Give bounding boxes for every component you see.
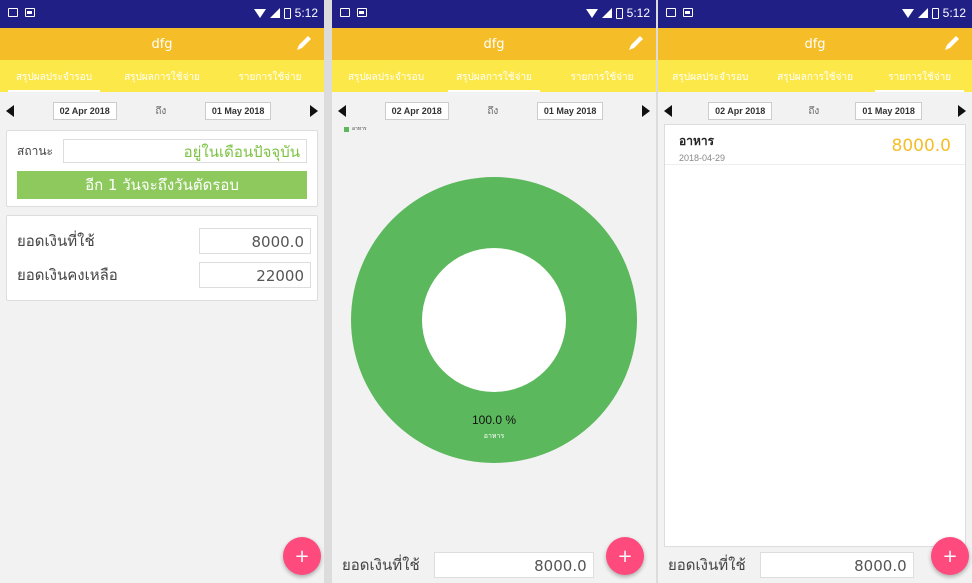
countdown-banner: อีก 1 วันจะถึงวันตัดรอบ xyxy=(17,171,307,199)
wifi-icon xyxy=(901,8,914,18)
screenshot-icon xyxy=(8,8,18,17)
add-expense-button[interactable]: + xyxy=(283,537,321,575)
next-period-icon[interactable] xyxy=(958,105,966,117)
donut-hole xyxy=(422,248,566,392)
battery-icon xyxy=(615,7,623,19)
tab-bar: สรุปผลประจำรอบ สรุปผลการใช้จ่าย รายการใช… xyxy=(332,60,656,92)
total-spent-label: ยอดเงินที่ใช้ xyxy=(342,556,420,574)
start-date[interactable]: 02 Apr 2018 xyxy=(52,102,117,120)
screenshot-icon xyxy=(340,8,350,17)
tab-spending-summary[interactable]: สรุปผลการใช้จ่าย xyxy=(440,60,548,92)
remaining-value: 22000 xyxy=(199,262,311,288)
expense-date: 2018-04-29 xyxy=(679,153,726,163)
plus-icon: + xyxy=(942,545,958,567)
expense-amount: 8000.0 xyxy=(891,136,951,156)
end-date[interactable]: 01 May 2018 xyxy=(855,102,922,120)
tab-bar: สรุปผลประจำรอบ สรุปผลการใช้จ่าย รายการใช… xyxy=(658,60,972,92)
donut-chart: 100.0 % อาหาร xyxy=(332,170,656,470)
to-label: ถึง xyxy=(155,105,167,117)
list-item[interactable]: อาหาร 2018-04-29 8000.0 xyxy=(665,125,965,165)
bottom-total-bar: ยอดเงินที่ใช้ 8000.0 xyxy=(658,547,972,583)
prev-period-icon[interactable] xyxy=(664,105,672,117)
chart-legend: อาหาร xyxy=(344,124,656,134)
total-spent-label: ยอดเงินที่ใช้ xyxy=(668,556,746,574)
prev-period-icon[interactable] xyxy=(6,105,14,117)
screen-expense-list: 5:12 dfg สรุปผลประจำรอบ สรุปผลการใช้จ่าย… xyxy=(658,0,972,583)
status-label: สถานะ xyxy=(17,143,53,158)
tab-expense-list[interactable]: รายการใช้จ่าย xyxy=(548,60,656,92)
pencil-icon[interactable] xyxy=(626,33,646,53)
tab-round-summary[interactable]: สรุปผลประจำรอบ xyxy=(658,60,763,92)
legend-swatch xyxy=(344,126,349,132)
to-label: ถึง xyxy=(808,105,820,117)
status-card: สถานะ อยู่ในเดือนปัจจุบัน อีก 1 วันจะถึง… xyxy=(6,130,318,207)
app-title: dfg xyxy=(151,36,173,52)
tab-round-summary[interactable]: สรุปผลประจำรอบ xyxy=(0,60,108,92)
status-time: 5:12 xyxy=(294,6,318,20)
remaining-label: ยอดเงินคงเหลือ xyxy=(17,266,118,284)
status-time: 5:12 xyxy=(942,6,966,20)
slice-category-label: อาหาร xyxy=(484,432,505,440)
battery-icon xyxy=(283,7,291,19)
total-spent-value: 8000.0 xyxy=(759,552,914,578)
start-date[interactable]: 02 Apr 2018 xyxy=(384,102,449,120)
tab-expense-list[interactable]: รายการใช้จ่าย xyxy=(867,60,972,92)
plus-icon: + xyxy=(617,545,633,567)
add-expense-button[interactable]: + xyxy=(606,537,644,575)
tab-round-summary[interactable]: สรุปผลประจำรอบ xyxy=(332,60,440,92)
app-bar: dfg xyxy=(658,28,972,60)
status-value: อยู่ในเดือนปัจจุบัน xyxy=(62,139,307,163)
spent-label: ยอดเงินที่ใช้ xyxy=(17,232,95,250)
total-spent-value: 8000.0 xyxy=(433,552,594,578)
expense-title: อาหาร xyxy=(679,134,715,148)
notification-icon xyxy=(357,8,367,17)
prev-period-icon[interactable] xyxy=(338,105,346,117)
screenshot-icon xyxy=(666,8,676,17)
end-date[interactable]: 01 May 2018 xyxy=(204,102,272,120)
status-bar: 5:12 xyxy=(658,0,972,28)
screen-spending-summary: 5:12 dfg สรุปผลประจำรอบ สรุปผลการใช้จ่าย… xyxy=(332,0,656,583)
spent-value: 8000.0 xyxy=(199,228,311,254)
signal-icon xyxy=(917,8,928,18)
tab-spending-summary[interactable]: สรุปผลการใช้จ่าย xyxy=(763,60,868,92)
add-expense-button[interactable]: + xyxy=(931,537,969,575)
status-bar: 5:12 xyxy=(332,0,656,28)
wifi-icon xyxy=(585,8,598,18)
pencil-icon[interactable] xyxy=(294,33,314,53)
legend-label: อาหาร xyxy=(352,126,367,132)
next-period-icon[interactable] xyxy=(642,105,650,117)
to-label: ถึง xyxy=(487,105,499,117)
end-date[interactable]: 01 May 2018 xyxy=(536,102,604,120)
plus-icon: + xyxy=(294,545,310,567)
amount-card: ยอดเงินที่ใช้ 8000.0 ยอดเงินคงเหลือ 2200… xyxy=(6,215,318,301)
signal-icon xyxy=(269,8,280,18)
donut-svg: 100.0 % อาหาร xyxy=(351,177,637,463)
app-title: dfg xyxy=(804,36,826,52)
pencil-icon[interactable] xyxy=(942,33,962,53)
screen-round-summary: 5:12 dfg สรุปผลประจำรอบ สรุปผลการใช้จ่าย… xyxy=(0,0,324,583)
app-bar: dfg xyxy=(332,28,656,60)
signal-icon xyxy=(601,8,612,18)
notification-icon xyxy=(25,8,35,17)
battery-icon xyxy=(931,7,939,19)
slice-percent-label: 100.0 % xyxy=(472,413,516,427)
next-period-icon[interactable] xyxy=(310,105,318,117)
date-range-row: 02 Apr 2018 ถึง 01 May 2018 xyxy=(332,98,656,124)
wifi-icon xyxy=(253,8,266,18)
status-bar: 5:12 xyxy=(0,0,324,28)
app-bar: dfg xyxy=(0,28,324,60)
tab-spending-summary[interactable]: สรุปผลการใช้จ่าย xyxy=(108,60,216,92)
tab-expense-list[interactable]: รายการใช้จ่าย xyxy=(216,60,324,92)
status-time: 5:12 xyxy=(626,6,650,20)
app-title: dfg xyxy=(483,36,505,52)
expense-list: อาหาร 2018-04-29 8000.0 xyxy=(664,124,966,547)
tab-bar: สรุปผลประจำรอบ สรุปผลการใช้จ่าย รายการใช… xyxy=(0,60,324,92)
start-date[interactable]: 02 Apr 2018 xyxy=(708,102,773,120)
date-range-row: 02 Apr 2018 ถึง 01 May 2018 xyxy=(0,98,324,124)
notification-icon xyxy=(683,8,693,17)
date-range-row: 02 Apr 2018 ถึง 01 May 2018 xyxy=(658,98,972,124)
